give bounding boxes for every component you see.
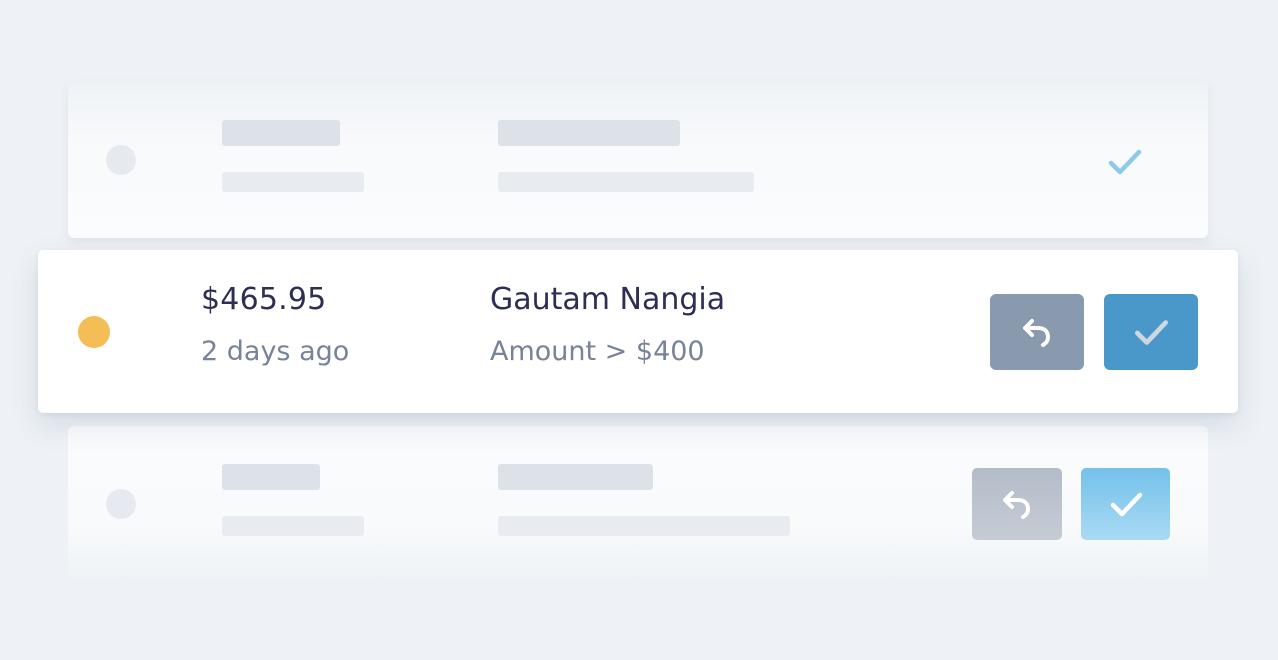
approved-check-icon (1106, 142, 1146, 182)
undo-arrow-icon (997, 484, 1037, 524)
transaction-row[interactable]: $465.95 2 days ago Gautam Nangia Amount … (38, 250, 1238, 413)
placeholder-name-bar (498, 120, 680, 146)
placeholder-row-approved (68, 82, 1208, 238)
undo-button[interactable] (990, 294, 1084, 370)
placeholder-status-dot (106, 489, 136, 519)
approve-button[interactable] (1104, 294, 1198, 370)
placeholder-row-pending (68, 426, 1208, 582)
placeholder-name-bar (498, 464, 653, 490)
placeholder-time-bar (222, 516, 364, 536)
placeholder-rule-bar (498, 516, 790, 536)
review-rule: Amount > $400 (490, 336, 705, 367)
placeholder-rule-bar (498, 172, 754, 192)
placeholder-status-dot (106, 145, 136, 175)
customer-name: Gautam Nangia (490, 282, 726, 317)
placeholder-amount-bar (222, 464, 320, 490)
checkmark-icon (1130, 311, 1172, 353)
placeholder-undo-button (972, 468, 1062, 540)
status-indicator-pending (78, 316, 110, 348)
transaction-amount: $465.95 (201, 282, 327, 317)
transaction-time: 2 days ago (201, 336, 350, 367)
placeholder-amount-bar (222, 120, 340, 146)
placeholder-approve-button (1081, 468, 1170, 540)
placeholder-time-bar (222, 172, 364, 192)
checkmark-icon (1106, 484, 1146, 524)
undo-arrow-icon (1017, 312, 1057, 352)
